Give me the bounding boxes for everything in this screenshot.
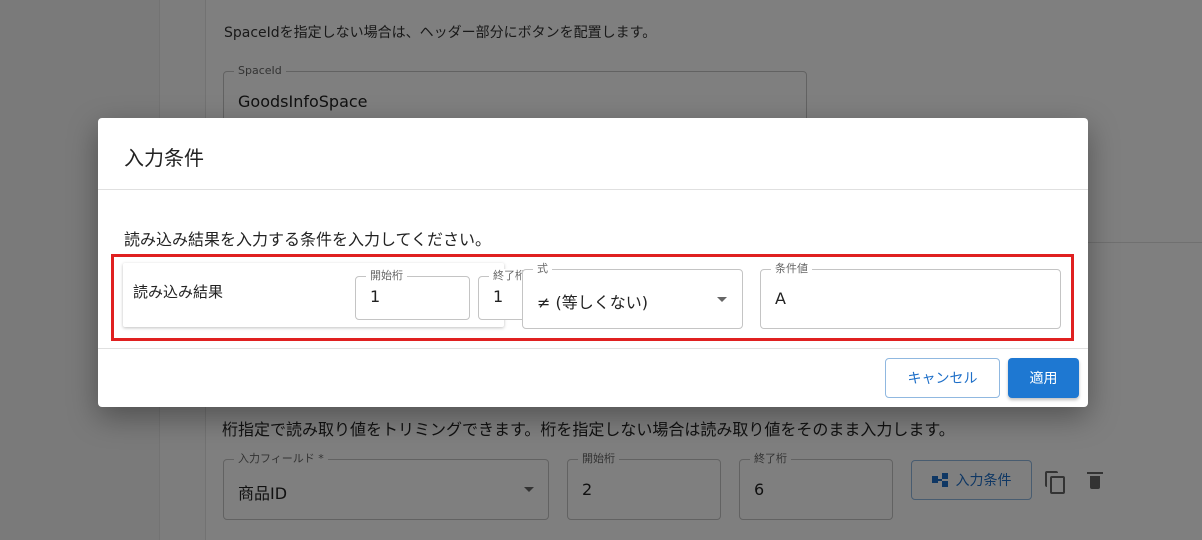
dialog-title: 入力条件 <box>124 146 204 170</box>
cancel-button[interactable]: キャンセル <box>885 358 1000 398</box>
highlight-box <box>111 254 1074 341</box>
dialog-header-divider <box>98 189 1088 190</box>
input-condition-dialog: 入力条件 読み込み結果を入力する条件を入力してください。 読み込み結果 開始桁 … <box>98 118 1088 407</box>
dialog-instruction: 読み込み結果を入力する条件を入力してください。 <box>124 230 492 249</box>
dialog-footer-divider <box>98 348 1088 349</box>
apply-button[interactable]: 適用 <box>1008 358 1079 398</box>
